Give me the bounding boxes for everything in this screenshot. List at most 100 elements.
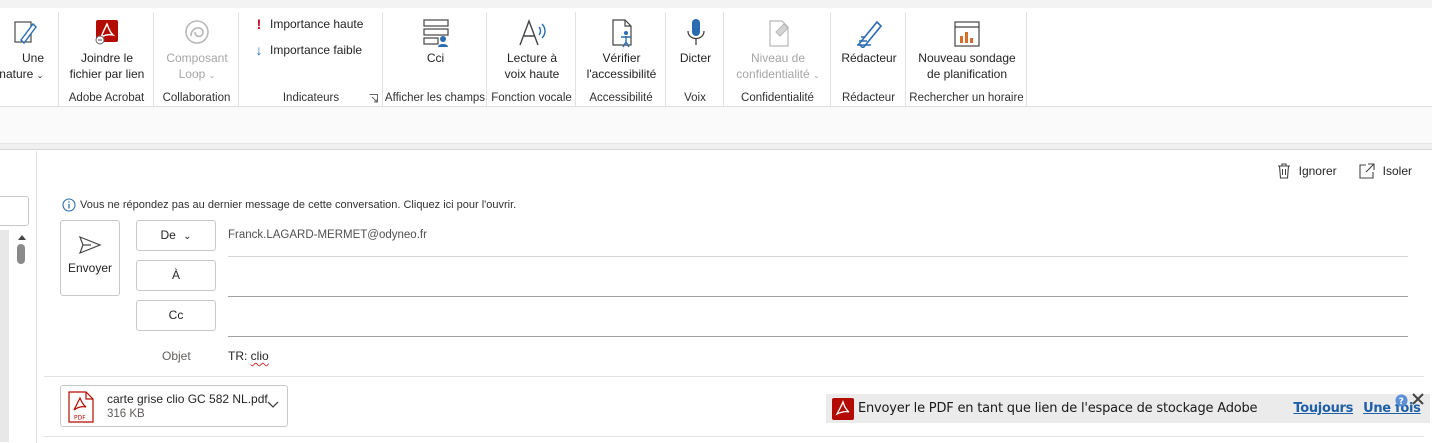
close-icon[interactable] xyxy=(1411,392,1425,406)
svg-text:PDF: PDF xyxy=(74,415,86,422)
sensitivity-icon xyxy=(769,20,789,47)
scheduling-poll-label-1: Nouveau sondage xyxy=(918,51,1016,65)
importance-high-label: Importance haute xyxy=(270,17,364,31)
editor-button[interactable]: Rédacteur xyxy=(832,18,906,66)
trash-icon xyxy=(1277,163,1290,179)
info-icon xyxy=(62,198,76,212)
discard-label: Ignorer xyxy=(1298,164,1337,178)
always-link[interactable]: Toujours xyxy=(1293,401,1353,416)
body-separator xyxy=(44,436,1424,437)
from-divider xyxy=(228,256,1408,257)
show-fields-group-label: Afficher les champs xyxy=(384,92,486,104)
read-aloud-label-1: Lecture à xyxy=(506,51,558,65)
subject-misspelled-word: clio xyxy=(250,349,269,363)
subject-prefix: TR: xyxy=(228,349,251,363)
compose-top-actions: Ignorer Isoler xyxy=(1277,163,1412,179)
send-label: Envoyer xyxy=(67,261,113,275)
help-icon[interactable]: ? xyxy=(1395,394,1408,407)
importance-low-button[interactable]: ↓ Importance faible xyxy=(254,42,363,58)
chevron-down-icon: ⌄ xyxy=(183,231,192,242)
bcc-icon xyxy=(422,19,449,47)
arrow-down-icon: ↓ xyxy=(255,42,263,58)
adobe-acrobat-icon xyxy=(832,397,854,420)
dialog-launcher-icon[interactable] xyxy=(369,94,378,103)
dictate-button[interactable]: Dicter xyxy=(667,18,724,66)
speech-group: Lecture à voix haute Fonction vocale xyxy=(488,12,576,107)
signature-group: Une gnature ⌄ xyxy=(0,12,59,107)
read-aloud-icon xyxy=(519,19,546,46)
read-aloud-button[interactable]: Lecture à voix haute xyxy=(488,18,576,82)
scroll-up-arrow-icon[interactable] xyxy=(17,233,27,241)
signature-pen-icon xyxy=(14,21,37,45)
voice-group-label: Voix xyxy=(684,92,706,104)
read-aloud-label-2: voix haute xyxy=(504,67,560,81)
from-address: Franck.LAGARD-MERMET@odyneo.fr xyxy=(228,229,427,241)
sensitivity-group: Niveau de confidentialité ⌄ Confidential… xyxy=(725,12,831,107)
cc-button[interactable]: Cc xyxy=(136,300,216,331)
from-button[interactable]: De ⌄ xyxy=(136,220,216,251)
popout-icon xyxy=(1359,163,1375,179)
scheduling-poll-button[interactable]: Nouveau sondage de planification xyxy=(907,18,1027,82)
voice-group: Dicter Voix xyxy=(667,12,724,107)
schedule-group: Nouveau sondage de planification Recherc… xyxy=(907,12,1027,107)
subject-separator xyxy=(44,376,1424,377)
check-accessibility-button[interactable]: Vérifier l'accessibilité xyxy=(577,18,666,82)
check-accessibility-label-1: Vérifier xyxy=(602,51,641,65)
adobe-prompt-text: Envoyer le PDF en tant que lien de l'esp… xyxy=(858,401,1258,416)
scrollbar-thumb[interactable] xyxy=(17,244,25,264)
collaboration-group-label: Collaboration xyxy=(162,92,231,104)
bcc-label: Cci xyxy=(426,51,445,65)
exclamation-icon: ! xyxy=(256,16,262,32)
bcc-button[interactable]: Cci xyxy=(384,18,487,66)
popout-button[interactable]: Isoler xyxy=(1359,163,1412,179)
conversation-info-banner[interactable]: Vous ne répondez pas au dernier message … xyxy=(62,198,516,212)
attach-by-link-label-2: fichier par lien xyxy=(69,67,145,81)
check-accessibility-label-2: l'accessibilité xyxy=(586,67,657,81)
chevron-down-icon[interactable] xyxy=(267,401,279,409)
cc-field[interactable] xyxy=(228,336,1408,337)
loop-icon xyxy=(185,20,209,44)
svg-text:?: ? xyxy=(1399,397,1404,407)
popout-label: Isoler xyxy=(1382,164,1412,178)
info-text: Vous ne répondez pas au dernier message … xyxy=(80,199,517,211)
importance-low-label: Importance faible xyxy=(270,43,363,57)
editor-group-label: Rédacteur xyxy=(841,92,896,104)
microphone-icon xyxy=(686,19,705,45)
discard-button[interactable]: Ignorer xyxy=(1277,163,1337,179)
ribbon-bottom-band xyxy=(0,107,1432,144)
search-box-edge[interactable] xyxy=(0,196,29,226)
to-field[interactable] xyxy=(228,296,1408,297)
pdf-file-icon: PDF xyxy=(68,391,94,423)
accessibility-group: Vérifier l'accessibilité Accessibilité xyxy=(577,12,666,107)
chevron-down-icon: ⌄ xyxy=(813,71,820,80)
chevron-down-icon: ⌄ xyxy=(208,71,216,80)
editor-group: Rédacteur Rédacteur xyxy=(832,12,906,107)
accessibility-check-icon xyxy=(611,19,632,48)
cc-label: Cc xyxy=(168,308,184,322)
importance-high-button[interactable]: ! Importance haute xyxy=(254,16,364,32)
subject-field[interactable]: TR: clio xyxy=(228,349,269,363)
signature-button[interactable]: Une gnature ⌄ xyxy=(0,18,54,84)
signature-label-2: gnature xyxy=(0,67,34,81)
attach-by-link-button[interactable]: Joindre le fichier par lien xyxy=(60,18,154,82)
sensitivity-group-label: Confidentialité xyxy=(741,92,814,104)
send-icon xyxy=(78,235,102,255)
dictate-label: Dicter xyxy=(679,51,712,65)
send-button[interactable]: Envoyer xyxy=(60,220,120,296)
ribbon: Une gnature ⌄ Joindre le fichier par lie… xyxy=(0,0,1432,107)
signature-label-1: Une xyxy=(21,51,44,65)
accessibility-group-label: Accessibilité xyxy=(589,92,653,104)
collaboration-group: Composant Loop ⌄ Collaboration xyxy=(155,12,239,107)
loop-component-button[interactable]: Composant Loop ⌄ xyxy=(155,18,239,84)
scheduling-poll-label-2: de planification xyxy=(926,67,1008,81)
message-list-strip xyxy=(0,230,9,442)
sensitivity-label-1: Niveau de xyxy=(750,51,806,65)
attachment-card[interactable]: PDF carte grise clio GC 582 NL.pdf 316 K… xyxy=(60,385,288,427)
adobe-attach-icon xyxy=(95,20,118,45)
indicators-group-label: Indicateurs xyxy=(282,92,340,104)
speech-group-label: Fonction vocale xyxy=(491,92,572,104)
sensitivity-button[interactable]: Niveau de confidentialité ⌄ xyxy=(725,18,831,84)
to-button[interactable]: À xyxy=(136,260,216,291)
adobe-link-prompt: Envoyer le PDF en tant que lien de l'esp… xyxy=(826,394,1430,423)
schedule-group-label: Rechercher un horaire xyxy=(909,92,1024,104)
